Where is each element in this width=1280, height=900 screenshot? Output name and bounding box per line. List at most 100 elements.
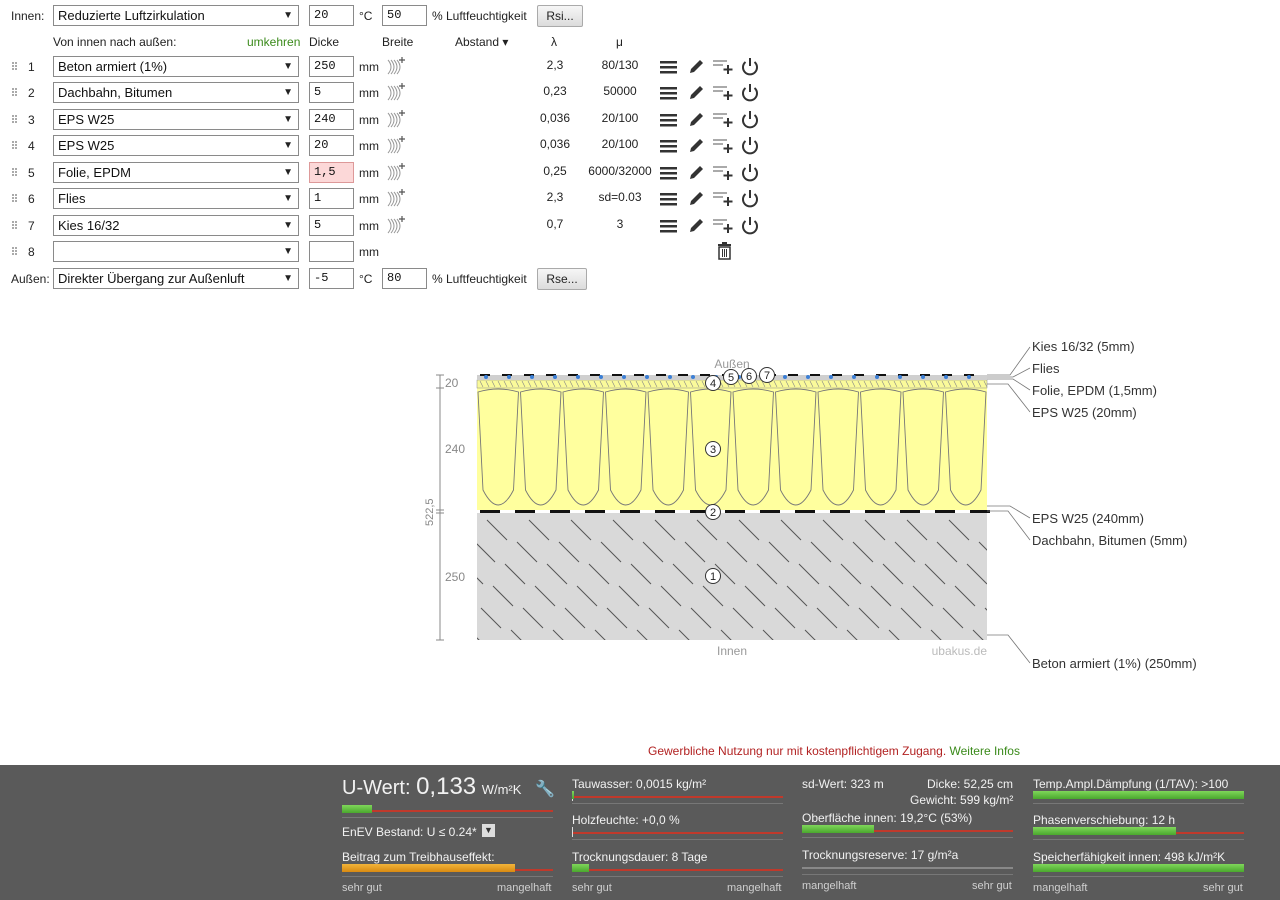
inside-temp-input[interactable]: 20	[309, 5, 354, 26]
insert-layer-icon[interactable]	[712, 83, 736, 103]
layer-number: 2	[28, 86, 35, 100]
drag-handle-icon[interactable]	[12, 115, 18, 124]
menu-icon[interactable]	[659, 136, 679, 156]
drying-reserve-label: Trocknungsreserve: 17 g/m²a	[802, 848, 959, 862]
pencil-icon[interactable]	[687, 216, 707, 236]
power-toggle-icon[interactable]	[739, 162, 761, 184]
svg-text:4: 4	[710, 378, 716, 390]
layer-material-select[interactable]: EPS W25 ▼	[53, 135, 299, 156]
layer-mu: 3	[616, 217, 624, 231]
drag-handle-icon[interactable]	[12, 194, 18, 203]
drying-time-bar	[572, 864, 783, 877]
pencil-icon[interactable]	[687, 136, 707, 156]
drag-handle-icon[interactable]	[12, 168, 18, 177]
pencil-icon[interactable]	[687, 83, 707, 103]
power-toggle-icon[interactable]	[739, 215, 761, 237]
menu-icon[interactable]	[659, 163, 679, 183]
inhomogeneous-layer-icon[interactable]	[385, 215, 407, 237]
insert-layer-icon[interactable]	[712, 136, 736, 156]
layer-material-select[interactable]: Flies ▼	[53, 188, 299, 209]
inhomogeneous-layer-icon[interactable]	[385, 188, 407, 210]
thickness-unit: mm	[359, 245, 379, 259]
drag-handle-icon[interactable]	[12, 141, 18, 150]
layer-thickness-input[interactable]: 1,5	[309, 162, 354, 183]
drag-handle-icon[interactable]	[12, 62, 18, 71]
layer-material-select[interactable]: Kies 16/32 ▼	[53, 215, 299, 236]
outside-climate-select[interactable]: Direkter Übergang zur Außenluft ▼	[53, 268, 299, 289]
distance-header[interactable]: Abstand ▾	[455, 35, 508, 49]
inside-climate-select[interactable]: Reduzierte Luftzirkulation ▼	[53, 5, 299, 26]
condensate-label: Tauwasser: 0,0015 kg/m²	[572, 777, 707, 791]
callout-concrete: Beton armiert (1%) (250mm)	[1032, 656, 1197, 671]
outside-temp-input[interactable]: -5	[309, 268, 354, 289]
drag-handle-icon[interactable]	[12, 221, 18, 230]
chevron-down-icon: ▼	[283, 114, 293, 125]
menu-icon[interactable]	[659, 110, 679, 130]
chevron-down-icon: ▼	[283, 246, 293, 257]
inhomogeneous-layer-icon[interactable]	[385, 82, 407, 104]
layer-material-select[interactable]: ▼	[53, 241, 299, 262]
wrench-icon[interactable]: 🔧	[535, 779, 555, 799]
callout-fleece: Flies	[1032, 361, 1060, 376]
layer-material-select[interactable]: EPS W25 ▼	[53, 109, 299, 130]
menu-icon[interactable]	[659, 57, 679, 77]
insert-layer-icon[interactable]	[712, 216, 736, 236]
more-info-link[interactable]: Weitere Infos	[950, 744, 1020, 758]
layer-thickness-input[interactable]: 240	[309, 109, 354, 130]
enev-dropdown-icon[interactable]: ▼	[482, 824, 495, 837]
layer-thickness-input[interactable]: 5	[309, 82, 354, 103]
insert-layer-icon[interactable]	[712, 189, 736, 209]
layer-material-select[interactable]: Folie, EPDM ▼	[53, 162, 299, 183]
layer-number: 1	[28, 60, 35, 74]
layer-thickness-input[interactable]: 5	[309, 215, 354, 236]
outside-humidity-input[interactable]: 80	[382, 268, 427, 289]
layer-lambda: 0,25	[543, 164, 567, 178]
trash-icon[interactable]	[715, 241, 735, 261]
drag-handle-icon[interactable]	[12, 247, 18, 256]
pencil-icon[interactable]	[687, 110, 707, 130]
menu-icon[interactable]	[659, 216, 679, 236]
layer-marker: 6	[741, 368, 757, 384]
power-toggle-icon[interactable]	[739, 188, 761, 210]
width-header[interactable]: Breite	[382, 35, 413, 49]
thickness-total: Dicke: 52,25 cm	[927, 777, 1014, 791]
dim-240: 240	[445, 442, 465, 456]
wood-moisture-bar	[572, 827, 783, 840]
inside-humidity-input[interactable]: 50	[382, 5, 427, 26]
layer-lambda: 0,036	[539, 111, 571, 125]
insert-layer-icon[interactable]	[712, 110, 736, 130]
inhomogeneous-layer-icon[interactable]	[385, 109, 407, 131]
layer-thickness-input[interactable]: 20	[309, 135, 354, 156]
surface-temp-bar	[802, 825, 1013, 838]
inhomogeneous-layer-icon[interactable]	[385, 135, 407, 157]
u-value: 0,133	[416, 773, 477, 800]
power-toggle-icon[interactable]	[739, 135, 761, 157]
menu-icon[interactable]	[659, 189, 679, 209]
pencil-icon[interactable]	[687, 163, 707, 183]
power-toggle-icon[interactable]	[739, 109, 761, 131]
inhomogeneous-layer-icon[interactable]	[385, 56, 407, 78]
layer-thickness-input[interactable]: 1	[309, 188, 354, 209]
layer-material-select[interactable]: Beton armiert (1%) ▼	[53, 56, 299, 77]
insert-layer-icon[interactable]	[712, 57, 736, 77]
results-panel: U-Wert: 0,133 W/m²K 🔧 EnEV Bestand: U ≤ …	[0, 765, 1280, 900]
insert-layer-icon[interactable]	[712, 163, 736, 183]
menu-icon[interactable]	[659, 83, 679, 103]
pencil-icon[interactable]	[687, 189, 707, 209]
drag-handle-icon[interactable]	[12, 88, 18, 97]
power-toggle-icon[interactable]	[739, 82, 761, 104]
rsi-button[interactable]: Rsi...	[537, 5, 583, 27]
concrete-layer	[477, 512, 987, 640]
power-toggle-icon[interactable]	[739, 56, 761, 78]
inhomogeneous-layer-icon[interactable]	[385, 162, 407, 184]
layer-material-select[interactable]: Dachbahn, Bitumen ▼	[53, 82, 299, 103]
rse-button[interactable]: Rse...	[537, 268, 587, 290]
callout-eps-20: EPS W25 (20mm)	[1032, 405, 1137, 420]
dim-250: 250	[445, 570, 465, 584]
reverse-link[interactable]: umkehren	[247, 35, 300, 49]
wood-moisture-label: Holzfeuchte: +0,0 %	[572, 813, 680, 827]
layer-thickness-input[interactable]: 250	[309, 56, 354, 77]
phase-shift-label: Phasenverschiebung: 12 h	[1033, 813, 1176, 827]
layer-thickness-input[interactable]	[309, 241, 354, 262]
pencil-icon[interactable]	[687, 57, 707, 77]
